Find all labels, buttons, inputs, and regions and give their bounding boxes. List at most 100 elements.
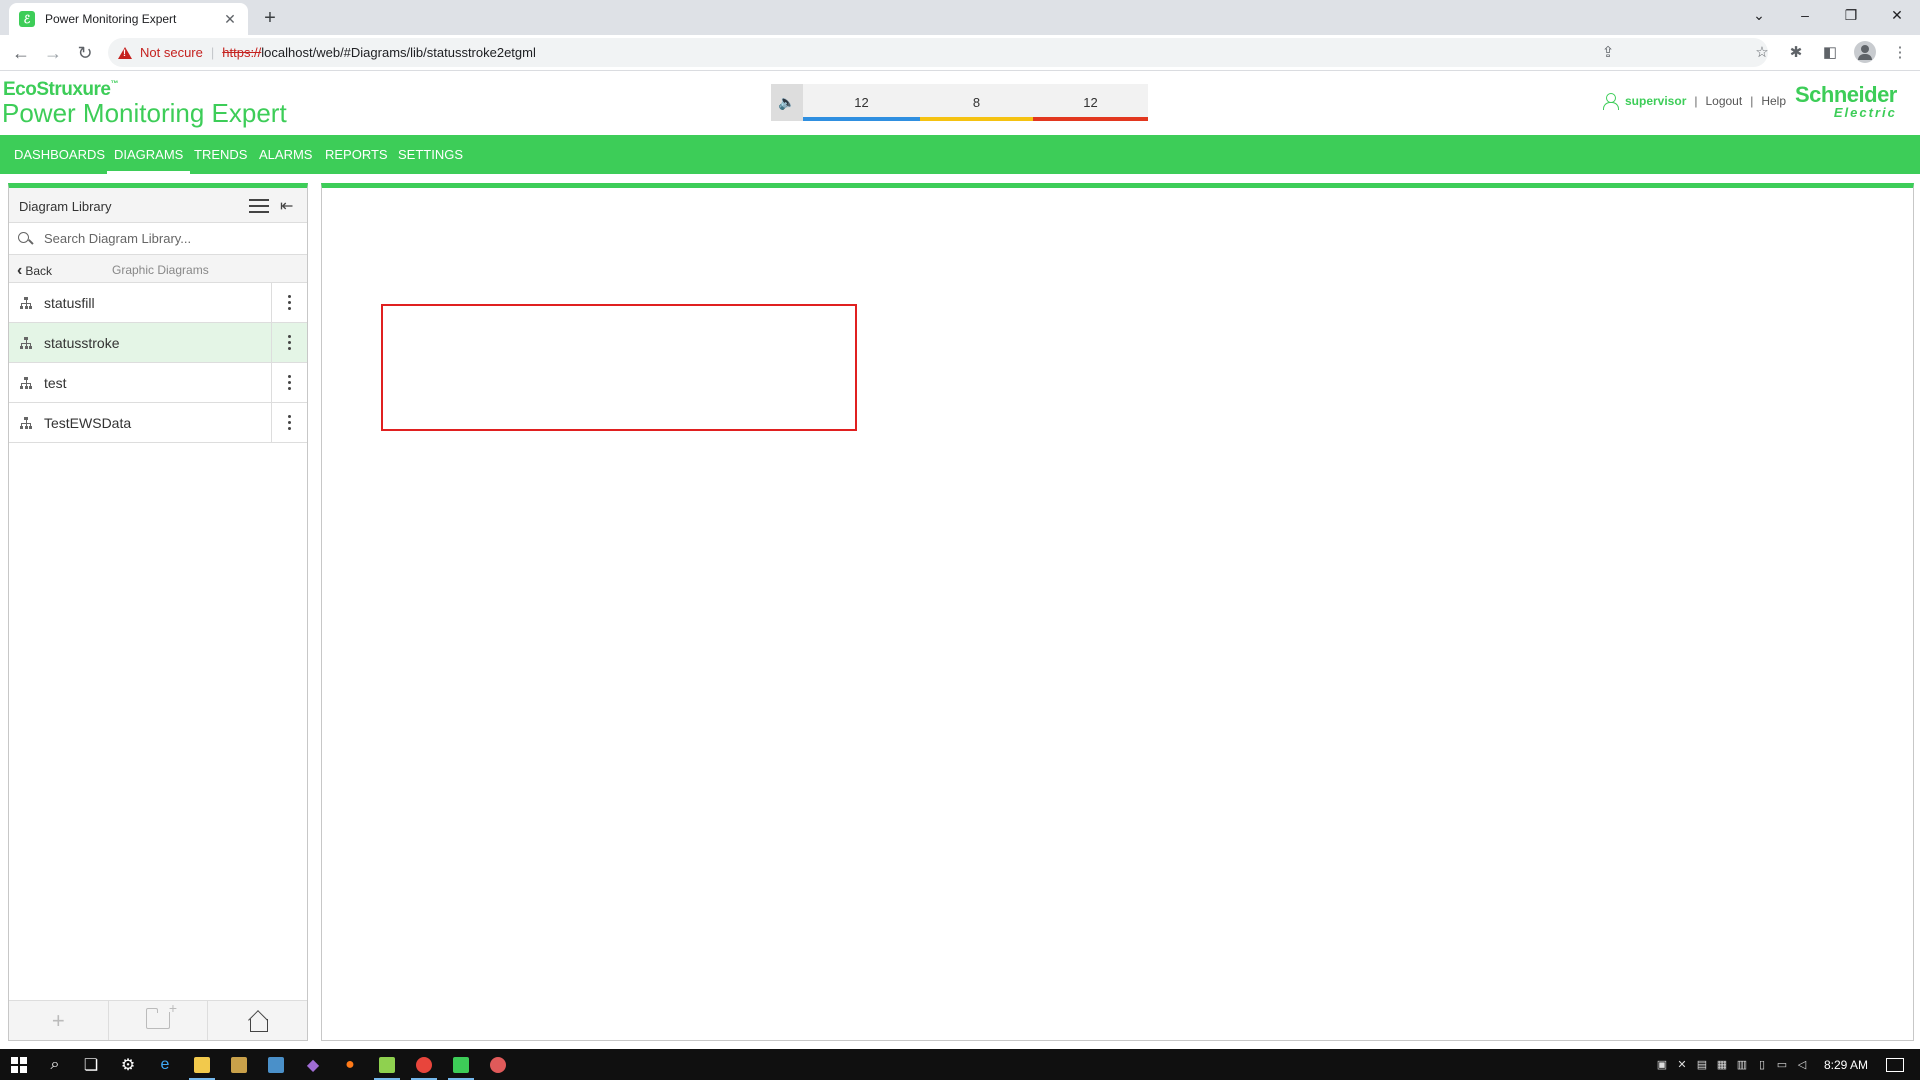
browser-tab[interactable]: ℰ Power Monitoring Expert ✕ (9, 3, 248, 35)
side-panel-icon[interactable]: ◧ (1820, 41, 1840, 63)
search-icon[interactable]: ⌕ (36, 1049, 74, 1080)
product-title: Power Monitoring Expert (2, 98, 287, 128)
tray-app-icon[interactable]: ▣ (1652, 1058, 1672, 1071)
schneider-electric-logo: Schneider Electric (1795, 82, 1897, 120)
reload-icon[interactable]: ↻ (73, 41, 97, 65)
security-status[interactable]: Not secure (140, 45, 203, 60)
notification-icon[interactable] (1886, 1057, 1904, 1072)
nav-settings[interactable]: SETTINGS (398, 135, 463, 174)
app-favicon-icon: ℰ (19, 11, 35, 27)
network-icon[interactable]: ▭ (1772, 1058, 1792, 1071)
volume-icon[interactable]: ◁ (1792, 1058, 1812, 1071)
list-item-label: test (44, 374, 67, 391)
start-button[interactable] (0, 1049, 38, 1080)
home-button[interactable] (208, 1001, 307, 1040)
app-icon-editor[interactable] (442, 1049, 480, 1080)
extensions-puzzle-icon[interactable]: ✱ (1786, 41, 1806, 63)
tray-app-icon[interactable]: ✕ (1672, 1058, 1692, 1071)
new-tab-button[interactable]: + (258, 6, 282, 30)
diagram-list: statusfill statusstroke test TestEWSData (9, 283, 307, 443)
tray-app-icon[interactable]: ▤ (1692, 1058, 1712, 1071)
panel-header: Diagram Library ⇤ (9, 188, 307, 223)
search-input[interactable] (42, 230, 282, 247)
notepad-icon[interactable] (368, 1049, 406, 1080)
chevron-left-icon: ‹ (17, 262, 23, 279)
app-icon-paint[interactable] (479, 1049, 517, 1080)
app-header: EcoStruxure™ Power Monitoring Expert 🔈 1… (0, 71, 1920, 135)
browser-menu-icon[interactable]: ⋮ (1890, 41, 1910, 63)
app-icon-monitor[interactable] (257, 1049, 295, 1080)
diagram-canvas (321, 183, 1914, 1041)
back-arrow-icon[interactable]: ← (9, 41, 33, 65)
close-tab-icon[interactable]: ✕ (222, 11, 238, 28)
taskbar-clock[interactable]: 8:29 AM (1824, 1058, 1868, 1072)
search-icon (18, 231, 32, 246)
panel-footer: + (9, 1000, 307, 1040)
hierarchy-icon (20, 336, 32, 349)
list-item-statusstroke[interactable]: statusstroke (9, 323, 307, 363)
visual-studio-icon[interactable]: ◆ (294, 1049, 332, 1080)
bookmark-star-icon[interactable]: ☆ (1752, 41, 1772, 63)
more-options-icon[interactable] (271, 323, 307, 362)
system-tray: ▣ ✕ ▤ ▦ ▥ ▯ ▭ ◁ 8:29 AM (1652, 1049, 1920, 1080)
more-options-icon[interactable] (271, 403, 307, 442)
restore-button[interactable]: ❐ (1828, 0, 1874, 30)
nav-alarms[interactable]: ALARMS (259, 135, 312, 174)
status-stroke-rectangle[interactable] (381, 304, 857, 431)
profile-avatar-icon[interactable] (1854, 41, 1876, 63)
main-navigation: DASHBOARDS DIAGRAMS TRENDS ALARMS REPORT… (0, 135, 1920, 174)
browser-tab-title: Power Monitoring Expert (45, 12, 177, 26)
speaker-icon[interactable]: 🔈 (771, 84, 803, 121)
windows-taskbar: ⌕ ❏ ⚙ e ◆ ● ▣ ✕ ▤ ▦ ▥ ▯ ▭ ◁ 8:29 AM (0, 1049, 1920, 1080)
browser-toolbar: ← → ↻ Not secure | https:// localhost/we… (0, 35, 1920, 71)
alarm-count-low[interactable]: 12 (803, 84, 920, 121)
back-button[interactable]: ‹ Back (17, 262, 52, 280)
task-view-icon[interactable]: ❏ (72, 1049, 110, 1080)
list-item-testewsdata[interactable]: TestEWSData (9, 403, 307, 443)
list-item-statusfill[interactable]: statusfill (9, 283, 307, 323)
nav-dashboards[interactable]: DASHBOARDS (14, 135, 105, 174)
folder-title: Graphic Diagrams (112, 263, 209, 277)
panel-title: Diagram Library (19, 199, 112, 214)
browser-tab-strip: ℰ Power Monitoring Expert ✕ + ⌄ – ❐ ✕ (0, 0, 1920, 35)
alarm-count-medium[interactable]: 8 (920, 84, 1033, 121)
list-item-test[interactable]: test (9, 363, 307, 403)
user-area: supervisor | Logout | Help (1603, 93, 1794, 110)
list-item-label: statusstroke (44, 334, 120, 351)
internet-explorer-icon[interactable]: e (146, 1049, 184, 1080)
tray-app-icon[interactable]: ▥ (1732, 1058, 1752, 1071)
user-separator: | (1750, 94, 1754, 108)
forward-arrow-icon[interactable]: → (41, 41, 65, 65)
share-icon[interactable]: ⇪ (1598, 41, 1618, 63)
menu-icon[interactable] (249, 199, 269, 213)
logout-link[interactable]: Logout (1705, 94, 1742, 108)
firefox-icon[interactable]: ● (331, 1049, 369, 1080)
file-explorer-icon[interactable] (183, 1049, 221, 1080)
add-diagram-button[interactable]: + (9, 1001, 109, 1040)
nav-trends[interactable]: TRENDS (194, 135, 247, 174)
address-separator: | (210, 45, 215, 60)
tray-app-icon[interactable]: ▦ (1712, 1058, 1732, 1071)
alarm-count-high[interactable]: 12 (1033, 84, 1148, 121)
help-link[interactable]: Help (1761, 94, 1786, 108)
battery-icon[interactable]: ▯ (1752, 1058, 1772, 1071)
address-bar[interactable]: Not secure | https:// localhost/web/#Dia… (108, 38, 1768, 67)
hierarchy-icon (20, 416, 32, 429)
app-icon-tools[interactable] (220, 1049, 258, 1080)
username-link[interactable]: supervisor (1625, 94, 1686, 108)
chrome-icon[interactable] (405, 1049, 443, 1080)
add-folder-button[interactable] (109, 1000, 209, 1040)
tab-search-chevron-icon[interactable]: ⌄ (1736, 0, 1782, 30)
nav-reports[interactable]: REPORTS (325, 135, 388, 174)
settings-gear-icon[interactable]: ⚙ (109, 1049, 147, 1080)
minimize-button[interactable]: – (1782, 0, 1828, 30)
alarm-summary-bar: 🔈 12 8 12 (771, 84, 1148, 121)
more-options-icon[interactable] (271, 363, 307, 402)
collapse-panel-icon[interactable]: ⇤ (280, 196, 293, 216)
close-window-button[interactable]: ✕ (1874, 0, 1920, 30)
hierarchy-icon (20, 296, 32, 309)
hierarchy-icon (20, 376, 32, 389)
user-separator: | (1694, 94, 1698, 108)
more-options-icon[interactable] (271, 283, 307, 322)
nav-diagrams[interactable]: DIAGRAMS (106, 135, 191, 174)
